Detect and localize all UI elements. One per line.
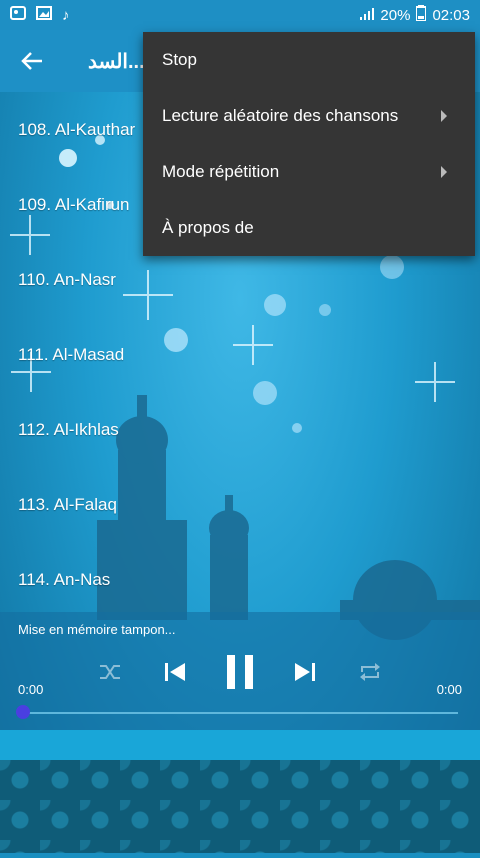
footer-pattern: [0, 760, 480, 853]
seek-bar[interactable]: [22, 712, 458, 714]
menu-item-stop[interactable]: Stop: [143, 32, 475, 88]
back-button[interactable]: [0, 30, 64, 92]
menu-item-label: Stop: [162, 50, 197, 69]
menu-item-label: À propos de: [162, 218, 254, 237]
media-player: Mise en mémoire tampon... 0:00 0:00: [0, 612, 480, 730]
list-item[interactable]: 114. An-Nas: [0, 542, 480, 617]
previous-button[interactable]: [160, 652, 190, 692]
next-button[interactable]: [290, 652, 320, 692]
list-item[interactable]: 111. Al-Masad: [0, 317, 480, 392]
music-note-icon: ♪: [62, 6, 70, 24]
buffering-status: Mise en mémoire tampon...: [18, 622, 176, 637]
total-time: 0:00: [436, 682, 462, 697]
signal-icon: [360, 7, 375, 24]
current-time: 0:00: [18, 682, 44, 697]
menu-item-repeat[interactable]: Mode répétition: [143, 144, 475, 200]
list-item[interactable]: 112. Al-Ikhlas: [0, 392, 480, 467]
menu-item-label: Mode répétition: [162, 162, 280, 181]
repeat-icon: [360, 663, 380, 681]
status-bar: ♪ 20% 02:03: [0, 0, 480, 30]
shuffle-icon: [100, 665, 120, 679]
app-title: السد...: [88, 50, 145, 73]
skip-previous-icon: [165, 663, 185, 681]
battery-icon: [415, 5, 428, 25]
footer-band: [0, 730, 480, 760]
list-item[interactable]: 113. Al-Falaq: [0, 467, 480, 542]
image-notification-icon: [36, 6, 52, 24]
player-controls: [0, 652, 480, 692]
gallery-notification-icon: [10, 6, 26, 24]
submenu-arrow-icon: [441, 166, 447, 178]
overflow-menu: Stop Lecture aléatoire des chansons Mode…: [143, 32, 475, 256]
submenu-arrow-icon: [441, 110, 447, 122]
menu-item-about[interactable]: À propos de: [143, 200, 475, 256]
shuffle-button[interactable]: [96, 652, 124, 692]
menu-item-label: Lecture aléatoire des chansons: [162, 106, 399, 125]
pause-icon: [227, 655, 253, 689]
battery-percent: 20%: [380, 6, 411, 24]
pause-button[interactable]: [222, 652, 258, 692]
skip-next-icon: [295, 663, 315, 681]
menu-item-shuffle[interactable]: Lecture aléatoire des chansons: [143, 88, 475, 144]
arrow-left-icon: [21, 52, 42, 70]
repeat-button[interactable]: [356, 652, 384, 692]
seek-thumb[interactable]: [16, 705, 30, 719]
clock: 02:03: [432, 6, 470, 24]
